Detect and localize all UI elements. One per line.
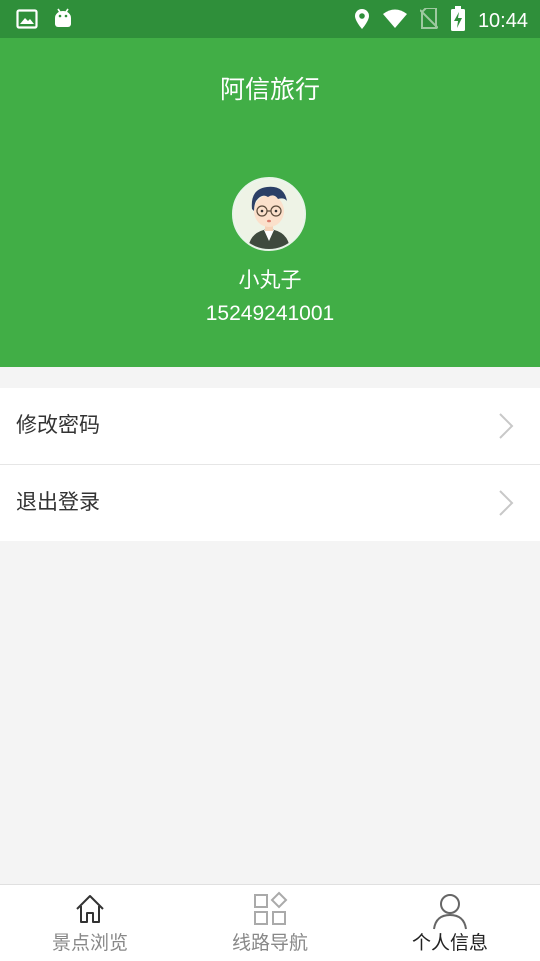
- status-time: 10:44: [477, 10, 528, 32]
- status-bar: 10:44: [0, 0, 540, 38]
- person-icon: [430, 891, 470, 935]
- nav-item-attractions[interactable]: 景点浏览: [0, 885, 180, 961]
- battery-charging-icon: [450, 6, 466, 36]
- menu-item-label: 修改密码: [16, 413, 100, 437]
- location-icon: [354, 8, 370, 34]
- chevron-right-icon: [498, 489, 514, 521]
- profile-header: 阿信旅行 小丸子 15249241001: [0, 38, 540, 367]
- nav-label: 线路导航: [231, 932, 308, 954]
- page-title: 阿信旅行: [219, 75, 320, 104]
- nav-item-profile[interactable]: 个人信息: [360, 885, 540, 961]
- nav-label: 个人信息: [411, 932, 488, 954]
- bottom-nav: 景点浏览 线路导航 个人信息: [0, 884, 540, 961]
- username: 小丸子: [238, 268, 302, 292]
- avatar[interactable]: [232, 177, 306, 251]
- no-sim-icon: [419, 7, 439, 34]
- phone-number: 15249241001: [205, 302, 335, 325]
- wifi-icon: [382, 9, 408, 33]
- change-password-item[interactable]: 修改密码: [0, 388, 540, 465]
- android-icon: [52, 7, 74, 35]
- logout-item[interactable]: 退出登录: [0, 465, 540, 541]
- settings-menu: 修改密码 退出登录: [0, 388, 540, 541]
- chevron-right-icon: [498, 412, 514, 444]
- gallery-icon: [16, 9, 38, 33]
- grid-icon: [252, 891, 288, 931]
- nav-label: 景点浏览: [51, 932, 128, 954]
- nav-item-routes[interactable]: 线路导航: [180, 885, 360, 961]
- home-icon: [72, 891, 108, 931]
- menu-item-label: 退出登录: [16, 490, 100, 514]
